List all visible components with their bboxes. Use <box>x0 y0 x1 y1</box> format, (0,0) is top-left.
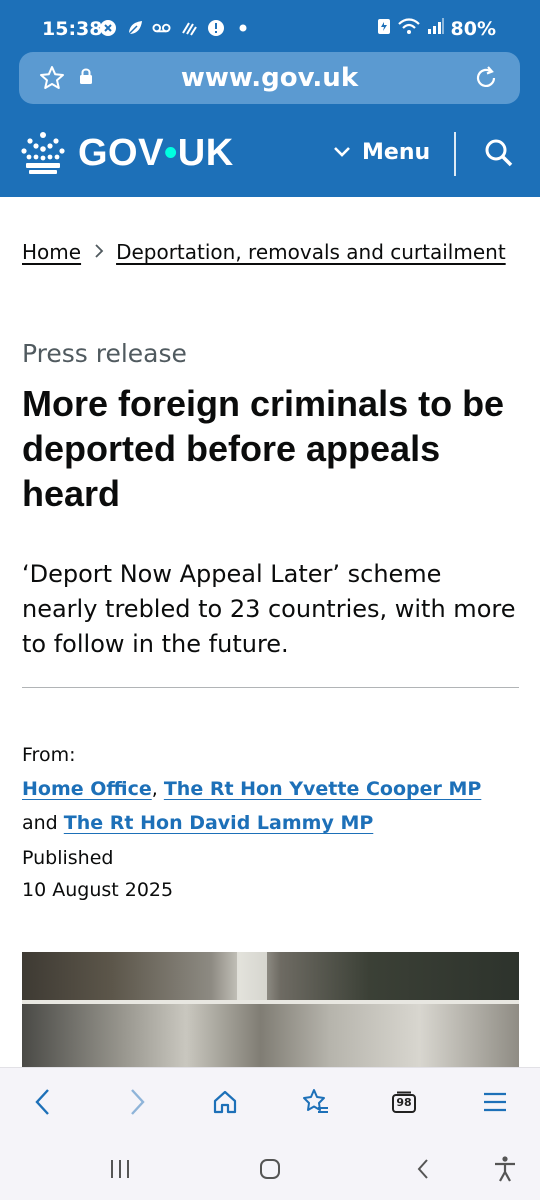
article-lead-image <box>22 952 519 1067</box>
tabs-icon[interactable]: 98 <box>387 1085 421 1119</box>
status-icons-right: 80% <box>377 17 496 40</box>
breadcrumb-deportation[interactable]: Deportation, removals and curtailment <box>116 240 506 264</box>
home-nav-icon[interactable] <box>255 1155 285 1183</box>
battery-percentage: 80% <box>450 17 496 40</box>
battery-saver-icon <box>377 17 391 40</box>
nfc-icon <box>179 18 198 37</box>
govuk-header: GOV•UK Menu <box>0 112 540 197</box>
address-bar[interactable]: www.gov.uk <box>19 52 520 104</box>
org-link-david-lammy[interactable]: The Rt Hon David Lammy MP <box>64 812 373 834</box>
crown-logo-icon[interactable] <box>20 130 66 180</box>
govuk-logo[interactable]: GOV•UK <box>78 132 234 175</box>
chevron-right-icon <box>94 240 104 264</box>
logo-text-right: UK <box>177 132 234 174</box>
page-caption: Press release <box>22 339 187 368</box>
from-label: From: <box>22 744 76 766</box>
dot-icon <box>233 18 252 37</box>
menu-label: Menu <box>362 140 431 165</box>
header-divider <box>454 132 456 176</box>
recent-apps-icon[interactable] <box>105 1155 135 1183</box>
tab-count: 98 <box>396 1096 412 1109</box>
logo-text-left: GOV <box>78 132 164 174</box>
published-label: Published <box>22 847 114 869</box>
page-lede: ‘Deport Now Appeal Later’ scheme nearly … <box>22 560 516 658</box>
breadcrumb-home[interactable]: Home <box>22 240 81 264</box>
divider <box>22 687 519 688</box>
browser-chrome: 15:38 80% www.gov.uk GOV•UK Menu <box>0 0 540 197</box>
page-title: More foreign criminals to be deported be… <box>22 383 505 514</box>
from-metadata: From: Home Office, The Rt Hon Yvette Coo… <box>22 738 522 840</box>
chevron-down-icon <box>332 140 352 165</box>
hamburger-menu-icon[interactable] <box>478 1085 512 1119</box>
published-date: 10 August 2025 <box>22 879 174 901</box>
home-icon[interactable] <box>208 1085 242 1119</box>
org-link-yvette-cooper[interactable]: The Rt Hon Yvette Cooper MP <box>164 778 481 800</box>
from-orgs-row-2: and The Rt Hon David Lammy MP <box>22 806 522 840</box>
status-time: 15:38 <box>42 18 103 40</box>
org-link-home-office[interactable]: Home Office <box>22 778 152 800</box>
org-separator-and: and <box>22 812 64 834</box>
back-nav-icon[interactable] <box>408 1155 438 1183</box>
back-icon[interactable] <box>26 1085 60 1119</box>
forward-icon[interactable] <box>120 1085 154 1119</box>
url-text[interactable]: www.gov.uk <box>19 63 520 93</box>
wifi-icon <box>397 17 421 40</box>
browser-bottom-toolbar: 98 <box>0 1067 540 1135</box>
status-icons-left <box>98 18 252 37</box>
from-orgs-row-1: Home Office, The Rt Hon Yvette Cooper MP <box>22 772 522 806</box>
leaf-icon <box>125 18 144 37</box>
image-foreground <box>22 1004 519 1067</box>
reload-icon[interactable] <box>472 64 500 96</box>
menu-button[interactable]: Menu <box>332 140 430 165</box>
x-circle-icon <box>98 18 117 37</box>
logo-dot: • <box>163 132 178 174</box>
alert-icon <box>206 18 225 37</box>
accessibility-icon[interactable] <box>490 1155 520 1183</box>
tabs-badge: 98 <box>391 1091 417 1113</box>
org-separator: , <box>151 778 164 800</box>
status-bar: 15:38 80% <box>0 0 540 54</box>
signal-icon <box>427 17 445 40</box>
system-nav-bar <box>0 1135 540 1200</box>
breadcrumb: Home Deportation, removals and curtailme… <box>22 240 506 264</box>
bookmarks-icon[interactable] <box>298 1085 332 1119</box>
search-icon[interactable] <box>484 138 514 172</box>
voicemail-icon <box>152 18 171 37</box>
